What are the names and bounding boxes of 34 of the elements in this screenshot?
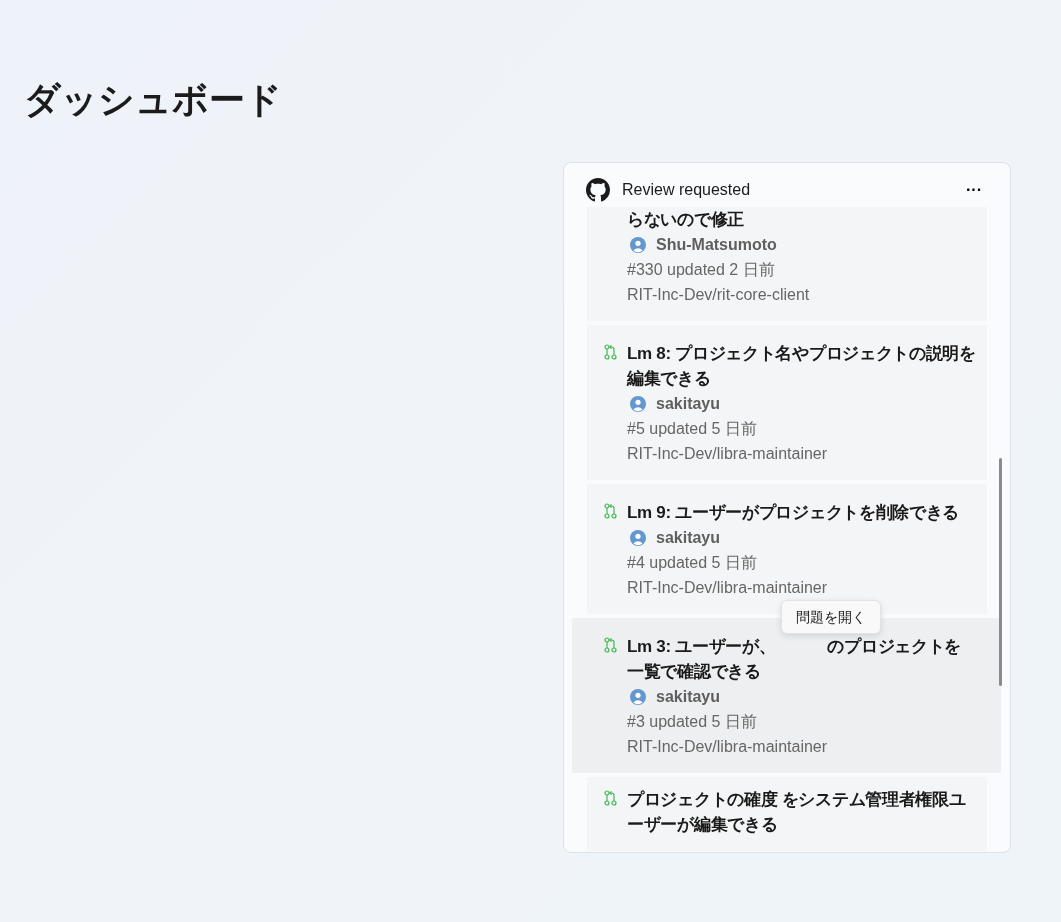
author-name: sakitayu (656, 687, 721, 707)
pull-request-title: Lm 3: ユーザーが、 のプロジェクトを一覧で確認できる (627, 636, 963, 683)
author-name: Shu-Matsumoto (656, 235, 777, 255)
avatar-icon (630, 529, 646, 546)
repository-name: RIT-Inc-Dev/rit-core-client (627, 285, 811, 305)
scrollbar[interactable] (999, 458, 1002, 686)
pull-request-meta: #5 updated 5 日前 (627, 419, 758, 439)
pull-request-title: プロジェクトの確度 をシステム管理者権限ユーザーが編集できる (627, 789, 967, 836)
pull-request-item[interactable]: プロジェクトの確度 をシステム管理者権限ユーザーが編集できる (587, 777, 987, 851)
avatar-icon (630, 688, 646, 705)
repository-name: RIT-Inc-Dev/libra-maintainer (627, 737, 829, 757)
repository-name: RIT-Inc-Dev/libra-maintainer (627, 578, 829, 598)
author-name: sakitayu (656, 528, 721, 548)
pull-request-meta: #330 updated 2 日前 (627, 260, 776, 280)
pull-request-icon (604, 790, 617, 806)
pull-request-icon (604, 344, 617, 360)
author-name: sakitayu (656, 394, 721, 414)
pull-request-title: Lm 9: ユーザーがプロジェクトを削除できる (627, 502, 961, 524)
pull-request-item[interactable]: らないので修正 Shu-Matsumoto #330 updated 2 日前 RIT-Inc-Dev/rit-core-client (587, 207, 987, 321)
pull-request-meta: #3 updated 5 日前 (627, 712, 758, 732)
repository-name: RIT-Inc-Dev/libra-maintainer (627, 444, 829, 464)
avatar-icon (630, 236, 646, 253)
pull-request-title: Lm 8: プロジェクト名やプロジェクトの説明を編集できる (627, 343, 977, 390)
avatar-icon (630, 395, 646, 412)
github-icon (586, 178, 610, 202)
page-title: ダッシュボード (24, 78, 283, 122)
pull-request-title: らないので修正 (627, 209, 745, 231)
pull-request-icon (604, 503, 617, 519)
pull-request-icon (604, 637, 617, 653)
pull-request-item[interactable]: Lm 8: プロジェクト名やプロジェクトの説明を編集できる sakitayu #5 updated 5 日前 RIT-Inc-Dev/libra-maintainer (587, 325, 987, 480)
tooltip: 問題を開く (781, 600, 881, 634)
widget-title: Review requested (622, 180, 751, 200)
more-menu-button[interactable]: ··· (960, 182, 988, 198)
pull-request-meta: #4 updated 5 日前 (627, 553, 758, 573)
